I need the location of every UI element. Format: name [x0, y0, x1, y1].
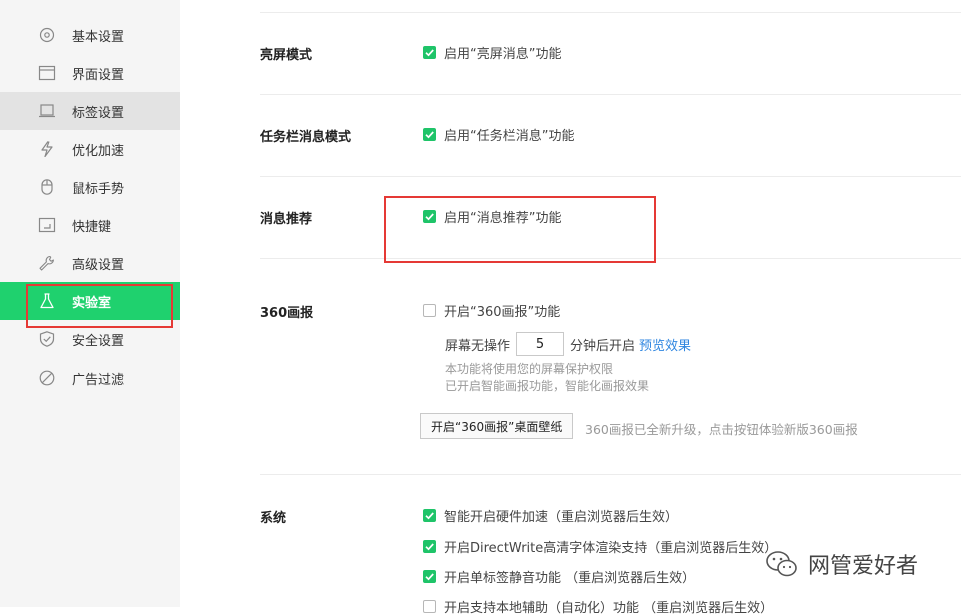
option-label: 智能开启硬件加速（重启浏览器后生效）: [444, 509, 679, 525]
tab-icon: [39, 104, 55, 118]
option-label: 开启单标签静音功能 （重启浏览器后生效）: [444, 570, 696, 586]
lightning-icon: [41, 141, 53, 157]
sidebar-item-label: 标签设置: [72, 106, 125, 121]
checkbox-checked[interactable]: [423, 127, 436, 141]
checkbox-unchecked[interactable]: [423, 599, 436, 613]
sidebar-item-label: 快捷键: [72, 220, 112, 235]
system-option-directwrite[interactable]: 开启DirectWrite高清字体渲染支持（重启浏览器后生效）: [423, 537, 778, 556]
settings-content: 亮屏模式 启用“亮屏消息”功能 任务栏消息模式 启用“任务栏消息”功能 消息推荐…: [180, 0, 961, 616]
checkbox-checked[interactable]: [423, 45, 436, 59]
sidebar-item-label: 界面设置: [72, 68, 125, 83]
gear-icon: [39, 27, 55, 43]
sidebar-item-basic[interactable]: 基本设置: [0, 16, 180, 54]
sidebar-item-optimize[interactable]: 优化加速: [0, 130, 180, 168]
ban-icon: [39, 370, 55, 386]
system-option-hw-accel[interactable]: 智能开启硬件加速（重启浏览器后生效）: [423, 506, 679, 525]
pictorial-hint: 已开启智能画报功能，智能化画报效果: [445, 379, 650, 393]
enable-wallpaper-button[interactable]: 开启“360画报”桌面壁纸: [420, 413, 574, 439]
section-title-recommend: 消息推荐: [260, 212, 313, 227]
sidebar-item-label: 安全设置: [72, 334, 125, 349]
sidebar-item-label: 鼠标手势: [72, 182, 125, 197]
sidebar-item-tabs[interactable]: 标签设置: [0, 92, 180, 130]
section-title-system: 系统: [260, 511, 287, 526]
sidebar-item-shortcuts[interactable]: 快捷键: [0, 206, 180, 244]
section-title-pictorial: 360画报: [260, 306, 314, 321]
section-divider: [260, 94, 961, 95]
keyboard-icon: [38, 217, 56, 233]
section-title-bright: 亮屏模式: [260, 48, 313, 63]
option-label: 开启DirectWrite高清字体渲染支持（重启浏览器后生效）: [444, 540, 778, 556]
sidebar-item-label: 优化加速: [72, 144, 125, 159]
bright-mode-option[interactable]: 启用“亮屏消息”功能: [423, 43, 562, 62]
watermark-text: 网管爱好者: [808, 554, 919, 579]
sidebar-item-advanced[interactable]: 高级设置: [0, 244, 180, 282]
window-icon: [38, 65, 56, 81]
pictorial-hint: 本功能将使用您的屏幕保护权限: [445, 362, 614, 376]
idle-timeout-row: 屏幕无操作 分钟后开启 预览效果: [445, 332, 691, 356]
checkbox-checked[interactable]: [423, 539, 436, 553]
shield-check-icon: [39, 331, 55, 347]
sidebar-item-interface[interactable]: 界面设置: [0, 54, 180, 92]
idle-prefix-label: 屏幕无操作: [445, 338, 511, 354]
wechat-icon: [766, 551, 797, 577]
mouse-icon: [41, 179, 53, 195]
sidebar-item-label: 高级设置: [72, 258, 125, 273]
system-option-automation[interactable]: 开启支持本地辅助（自动化）功能 （重启浏览器后生效）: [423, 597, 774, 616]
wallpaper-note: 360画报已全新升级，点击按钮体验新版360画报: [585, 422, 858, 437]
preview-effect-link[interactable]: 预览效果: [639, 335, 691, 354]
sidebar-item-adblock[interactable]: 广告过滤: [0, 359, 180, 397]
checkbox-unchecked[interactable]: [423, 303, 436, 317]
option-label: 启用“亮屏消息”功能: [444, 46, 562, 62]
sidebar-item-label: 基本设置: [72, 30, 125, 45]
option-label: 启用“任务栏消息”功能: [444, 128, 575, 144]
section-title-taskbar: 任务栏消息模式: [260, 130, 352, 145]
sidebar-item-mouse-gesture[interactable]: 鼠标手势: [0, 168, 180, 206]
highlight-box-recommend: [384, 196, 656, 263]
section-divider: [260, 474, 961, 475]
highlight-box-lab: [26, 284, 173, 328]
checkbox-checked[interactable]: [423, 508, 436, 522]
section-divider: [260, 176, 961, 177]
option-label: 开启“360画报”功能: [444, 304, 561, 320]
wrench-icon: [39, 255, 54, 271]
pictorial-option[interactable]: 开启“360画报”功能: [423, 301, 561, 320]
watermark: 网管爱好者: [764, 548, 918, 580]
option-label: 开启支持本地辅助（自动化）功能 （重启浏览器后生效）: [444, 600, 774, 616]
system-option-tab-mute[interactable]: 开启单标签静音功能 （重启浏览器后生效）: [423, 567, 696, 586]
section-divider: [260, 12, 961, 13]
sidebar-item-label: 广告过滤: [72, 373, 125, 388]
idle-minutes-input[interactable]: [516, 332, 565, 356]
taskbar-message-option[interactable]: 启用“任务栏消息”功能: [423, 125, 575, 144]
idle-suffix-label: 分钟后开启: [570, 338, 636, 354]
checkbox-checked[interactable]: [423, 569, 436, 583]
